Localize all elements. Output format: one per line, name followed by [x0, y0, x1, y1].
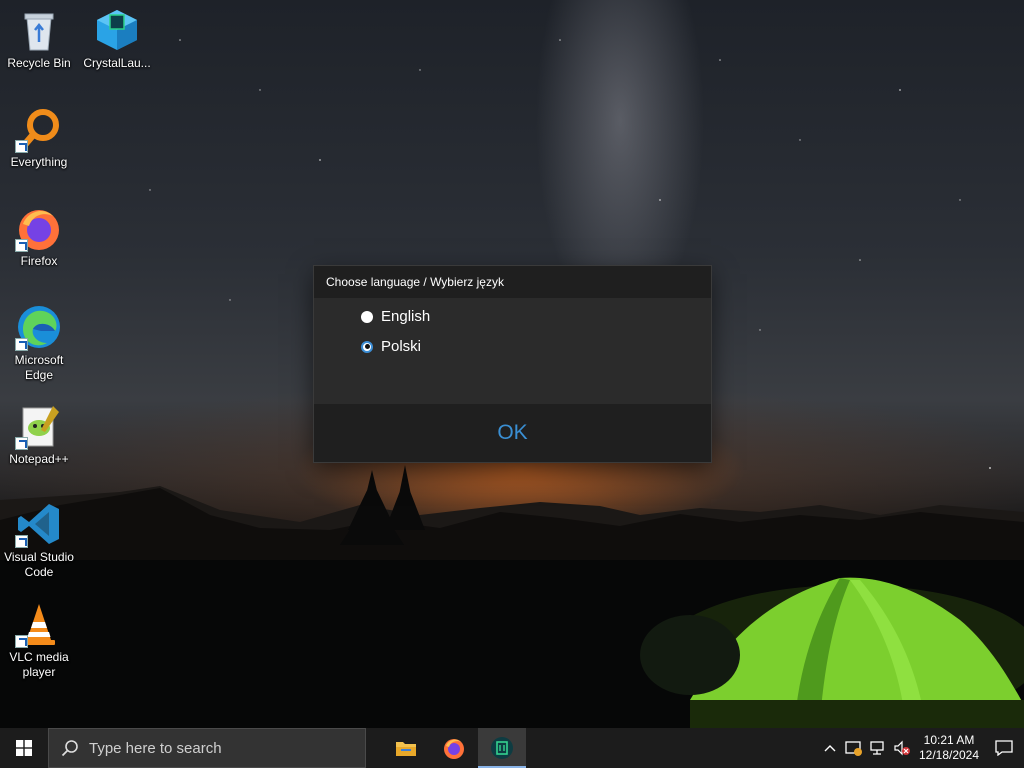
everything-search-icon [15, 105, 63, 153]
taskbar-search-box[interactable]: Type here to search [48, 728, 366, 768]
radio-option-english[interactable]: English [361, 308, 430, 325]
desktop-icon-label: CrystalLau... [83, 56, 151, 70]
language-dialog: Choose language / Wybierz język English … [314, 266, 711, 462]
shortcut-arrow-icon [15, 437, 28, 450]
taskbar-clock[interactable]: 10:21 AM 12/18/2024 [914, 733, 984, 763]
tray-app-icon[interactable] [842, 728, 866, 768]
taskbar-app-file-explorer[interactable] [382, 728, 430, 768]
search-placeholder: Type here to search [89, 739, 222, 757]
desktop-icon-vlc[interactable]: VLC media player [1, 600, 77, 680]
radio-label-polski[interactable]: Polski [381, 338, 421, 355]
start-button[interactable] [0, 728, 48, 768]
desktop-icon-everything[interactable]: Everything [1, 105, 77, 170]
desktop-icon-label: Recycle Bin [7, 56, 71, 70]
dialog-title: Choose language / Wybierz język [314, 266, 711, 298]
desktop-icon-recycle-bin[interactable]: Recycle Bin [1, 6, 77, 71]
desktop-icon-edge[interactable]: Microsoft Edge [1, 303, 77, 383]
radio-button-polski[interactable] [361, 340, 373, 353]
search-icon [61, 740, 78, 757]
taskbar: Type here to search 10:21 AM 12/18/2024 [0, 728, 1024, 768]
radio-option-polski[interactable]: Polski [361, 338, 421, 355]
taskbar-app-firefox[interactable] [430, 728, 478, 768]
shortcut-arrow-icon [15, 635, 28, 648]
taskbar-app-crystal-launcher[interactable] [478, 728, 526, 768]
desktop-icon-crystal-launcher[interactable]: CrystalLau... [79, 6, 155, 71]
radio-button-english[interactable] [361, 310, 373, 323]
firefox-icon [15, 204, 63, 252]
notification-icon [995, 740, 1013, 756]
vscode-icon [15, 500, 63, 548]
dialog-footer: OK [314, 404, 711, 462]
desktop-icon-label: VLC media player [9, 650, 69, 679]
radio-label-english[interactable]: English [381, 308, 430, 325]
shortcut-arrow-icon [15, 338, 28, 351]
crystal-launcher-icon [93, 6, 141, 54]
network-icon [870, 741, 884, 755]
ok-button[interactable]: OK [491, 420, 533, 446]
dialog-body: English Polski [314, 298, 711, 404]
desktop-icon-vscode[interactable]: Visual Studio Code [1, 500, 77, 580]
folder-icon [396, 742, 416, 756]
desktop-icon-label: Notepad++ [9, 452, 69, 466]
desktop-icon-notepadpp[interactable]: Notepad++ [1, 402, 77, 467]
volume-muted-icon [894, 740, 910, 756]
notepadpp-icon [15, 402, 63, 450]
firefox-icon [444, 739, 464, 759]
desktop-icon-label: Microsoft Edge [14, 353, 64, 382]
shortcut-arrow-icon [15, 239, 28, 252]
security-warning-icon [845, 741, 862, 756]
chevron-up-icon [824, 745, 836, 752]
volume-icon-button[interactable] [890, 728, 914, 768]
windows-logo-icon [16, 740, 32, 756]
show-hidden-icons-button[interactable] [818, 728, 842, 768]
desktop-icon-label: Firefox [20, 254, 58, 268]
system-tray: 10:21 AM 12/18/2024 [818, 728, 1024, 768]
edge-icon [15, 303, 63, 351]
desktop-icon-firefox[interactable]: Firefox [1, 204, 77, 269]
desktop-icon-label: Everything [10, 155, 68, 169]
clock-date: 12/18/2024 [918, 748, 980, 762]
clock-time: 10:21 AM [923, 733, 975, 747]
recycle-bin-icon [15, 6, 63, 54]
crystal-launcher-icon [491, 737, 513, 759]
shortcut-arrow-icon [15, 140, 28, 153]
notification-center-button[interactable] [984, 728, 1024, 768]
vlc-icon [15, 600, 63, 648]
shortcut-arrow-icon [15, 535, 28, 548]
desktop-icon-label: Visual Studio Code [4, 550, 74, 579]
network-icon-button[interactable] [866, 728, 890, 768]
